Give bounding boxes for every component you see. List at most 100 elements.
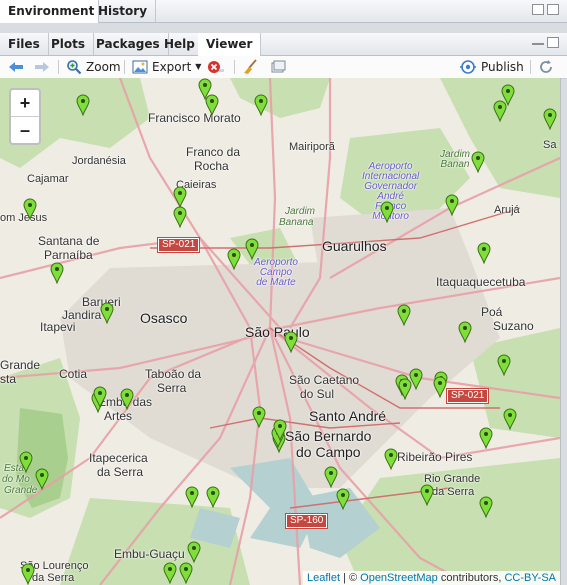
- map-marker-icon[interactable]: [284, 331, 298, 353]
- map-marker-icon[interactable]: [252, 406, 266, 428]
- forward-button[interactable]: [34, 59, 50, 75]
- map-marker-icon[interactable]: [493, 100, 507, 122]
- map-marker-icon[interactable]: [336, 488, 350, 510]
- publish-label: Publish: [481, 60, 524, 74]
- publish-button[interactable]: Publish: [459, 59, 524, 75]
- place-label: São Bernardo: [285, 428, 372, 444]
- map-marker-icon[interactable]: [206, 486, 220, 508]
- tab-files[interactable]: Files: [0, 33, 49, 55]
- place-label: Grande: [0, 358, 41, 372]
- road-shield-sp021: SP-021: [156, 237, 201, 253]
- export-button[interactable]: Export ▼: [132, 59, 201, 75]
- map-marker-icon[interactable]: [433, 376, 447, 398]
- maximize-viewer-icon[interactable]: [547, 37, 559, 48]
- zoom-out-button[interactable]: –: [11, 117, 39, 143]
- place-label: Itapevi: [40, 320, 76, 334]
- map-marker-icon[interactable]: [273, 419, 287, 441]
- place-label: Itaquaquecetuba: [436, 275, 526, 289]
- zoom-in-button[interactable]: +: [11, 90, 39, 117]
- place-label: São Paulo: [245, 324, 310, 340]
- restore-pane-icon[interactable]: [532, 4, 544, 15]
- clear-viewer-button[interactable]: [207, 59, 225, 75]
- map-marker-icon[interactable]: [397, 304, 411, 326]
- place-label: da Serra: [97, 465, 144, 479]
- zoom-button[interactable]: Zoom: [66, 59, 121, 75]
- place-label: Ribeirão Pires: [397, 450, 473, 464]
- place-label: Embu-Guaçu: [114, 547, 185, 561]
- map-marker-icon[interactable]: [21, 563, 35, 585]
- place-label: Santo André: [309, 408, 387, 424]
- road-shield-sp160: SP-160: [284, 513, 329, 529]
- place-label: Francisco Morato: [148, 111, 241, 125]
- map-marker-icon[interactable]: [503, 408, 517, 430]
- map-marker-icon[interactable]: [93, 386, 107, 408]
- arrow-left-icon: [9, 62, 23, 72]
- place-label: Guarulhos: [322, 238, 387, 254]
- minimize-pane-icon[interactable]: [532, 37, 544, 45]
- show-in-window-button[interactable]: [270, 59, 286, 75]
- map-marker-icon[interactable]: [384, 448, 398, 470]
- environment-tabbar: Environment History: [0, 0, 567, 23]
- map-marker-icon[interactable]: [479, 427, 493, 449]
- clear-all-button[interactable]: [242, 59, 258, 75]
- map-marker-icon[interactable]: [445, 194, 459, 216]
- map-marker-icon[interactable]: [324, 466, 338, 488]
- environment-pane: Environment History: [0, 0, 567, 23]
- map-marker-icon[interactable]: [173, 206, 187, 228]
- map-marker-icon[interactable]: [76, 94, 90, 116]
- map-marker-icon[interactable]: [420, 484, 434, 506]
- tab-history[interactable]: History: [90, 0, 157, 22]
- license-link[interactable]: CC-BY-SA: [504, 572, 556, 584]
- map-marker-icon[interactable]: [477, 242, 491, 264]
- map-marker-icon[interactable]: [23, 198, 37, 220]
- map-marker-icon[interactable]: [19, 451, 33, 473]
- map-marker-icon[interactable]: [50, 262, 64, 284]
- leaflet-map[interactable]: Francisco Morato Jordanésia Cajamar Fran…: [0, 78, 561, 585]
- remove-viewer-icon: [208, 61, 224, 73]
- map-marker-icon[interactable]: [35, 468, 49, 490]
- place-label: Osasco: [140, 310, 188, 326]
- viewer-window-controls: [532, 37, 559, 48]
- map-marker-icon[interactable]: [120, 388, 134, 410]
- map-marker-icon[interactable]: [185, 486, 199, 508]
- map-marker-icon[interactable]: [380, 201, 394, 223]
- tab-plots[interactable]: Plots: [43, 33, 95, 55]
- map-marker-icon[interactable]: [173, 186, 187, 208]
- map-marker-icon[interactable]: [205, 94, 219, 116]
- osm-link[interactable]: OpenStreetMap: [360, 572, 438, 584]
- map-marker-icon[interactable]: [100, 302, 114, 324]
- map-marker-icon[interactable]: [479, 496, 493, 518]
- place-label: Cotia: [59, 367, 88, 381]
- map-marker-icon[interactable]: [187, 541, 201, 563]
- zoom-label: Zoom: [86, 60, 121, 74]
- place-label: Itapecerica: [89, 451, 148, 465]
- place-label: do Campo: [296, 444, 361, 460]
- place-label: Poá: [481, 305, 503, 319]
- attribution-contributors: contributors,: [437, 572, 505, 584]
- place-label: Arujá: [494, 204, 520, 216]
- map-marker-icon[interactable]: [179, 562, 193, 584]
- map-marker-icon[interactable]: [497, 354, 511, 376]
- back-button[interactable]: [8, 59, 24, 75]
- map-marker-icon[interactable]: [227, 248, 241, 270]
- map-marker-icon[interactable]: [458, 321, 472, 343]
- map-marker-icon[interactable]: [245, 238, 259, 260]
- leaflet-link[interactable]: Leaflet: [307, 572, 340, 584]
- place-label: Franco da: [186, 145, 241, 159]
- place-label: da Serra: [432, 486, 475, 498]
- refresh-button[interactable]: [538, 59, 554, 75]
- map-marker-icon[interactable]: [543, 108, 557, 130]
- map-marker-icon[interactable]: [254, 94, 268, 116]
- viewer-pane-header: Files Plots Packages Help Viewer Zoom Ex…: [0, 33, 567, 79]
- map-marker-icon[interactable]: [398, 378, 412, 400]
- maximize-pane-icon[interactable]: [547, 4, 559, 15]
- place-label: Jordanésia: [72, 155, 126, 167]
- map-marker-icon[interactable]: [163, 562, 177, 584]
- map-marker-icon[interactable]: [471, 151, 485, 173]
- place-label: Serra: [157, 381, 187, 395]
- export-image-icon: [132, 60, 148, 74]
- tab-viewer[interactable]: Viewer: [198, 33, 262, 56]
- map-attribution: Leaflet | © OpenStreetMap contributors, …: [302, 571, 560, 585]
- tab-environment[interactable]: Environment: [0, 0, 99, 23]
- tab-help[interactable]: Help: [156, 33, 204, 55]
